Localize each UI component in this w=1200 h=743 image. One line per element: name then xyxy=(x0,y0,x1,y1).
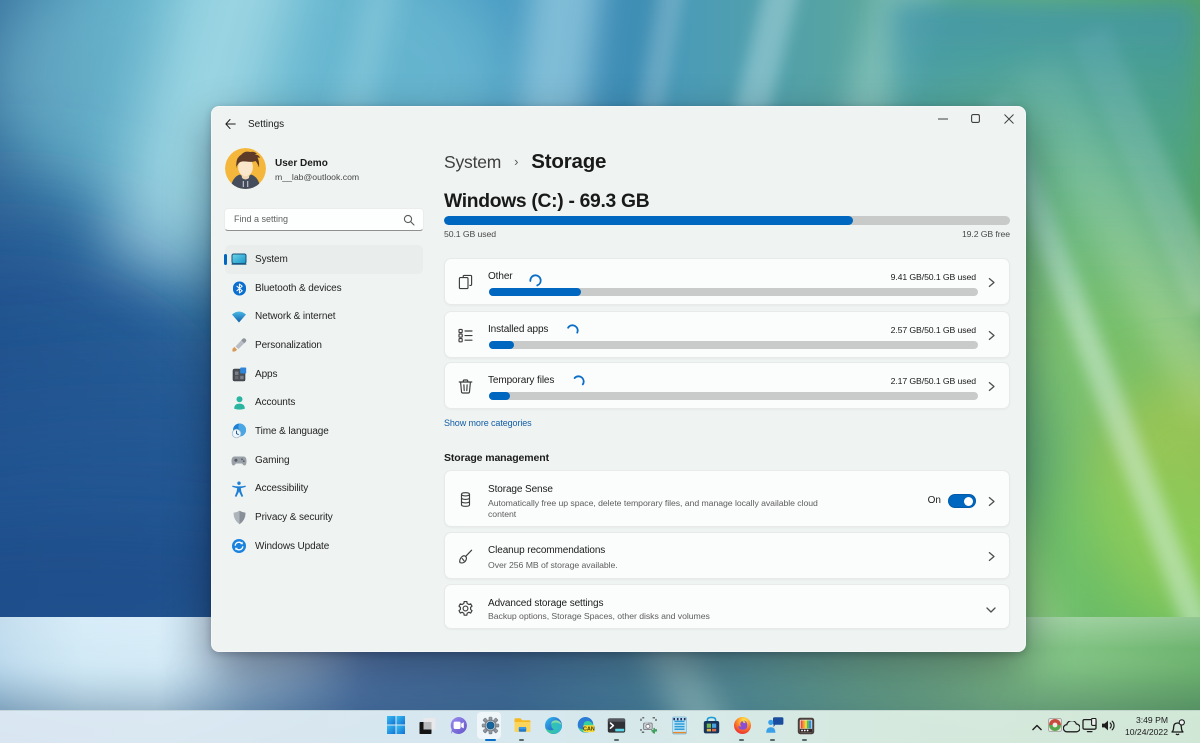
svg-text:CAN: CAN xyxy=(583,727,595,733)
